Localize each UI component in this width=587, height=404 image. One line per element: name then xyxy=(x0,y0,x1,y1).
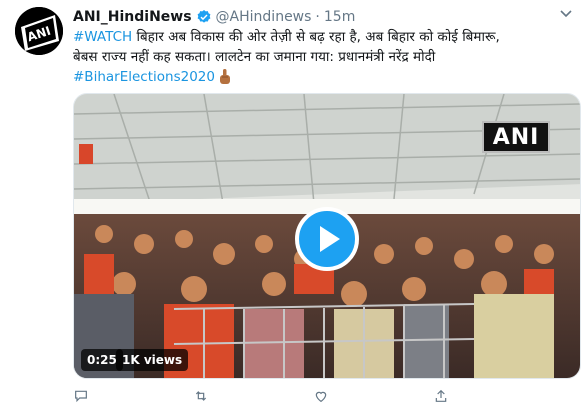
ani-watermark: ANI xyxy=(482,121,550,153)
author-handle[interactable]: @AHindinews xyxy=(216,9,312,25)
like-action[interactable] xyxy=(313,388,337,404)
profile-avatar[interactable]: ANI xyxy=(15,7,63,55)
tweet-line-3: #BiharElections2020 xyxy=(73,67,573,87)
hashtag-biharelections[interactable]: #BiharElections2020 xyxy=(73,69,215,85)
share-icon xyxy=(435,389,447,402)
video-view-count: 1K views xyxy=(116,349,189,371)
retweet-icon xyxy=(195,391,207,401)
reply-icon xyxy=(75,390,87,403)
author-name[interactable]: ANI_HindiNews xyxy=(73,9,192,25)
retweet-action[interactable] xyxy=(193,388,217,404)
heart-icon xyxy=(315,391,327,403)
pointing-finger-emoji-icon xyxy=(219,69,230,84)
play-button[interactable] xyxy=(295,207,359,271)
verified-badge-icon xyxy=(197,10,210,23)
share-action[interactable] xyxy=(433,388,457,404)
tweet-header: ANI_HindiNews @AHindinews · 15m xyxy=(73,7,355,27)
tweet-line-2: बेबस राज्य नहीं कह सकता। लालटेन का जमाना… xyxy=(73,49,436,65)
tweet-body: #WATCH बिहार अब विकास की ओर तेज़ी से बढ़… xyxy=(73,27,573,87)
play-icon xyxy=(320,226,340,252)
separator-dot: · xyxy=(315,9,320,25)
tweet-line-1: #WATCH बिहार अब विकास की ओर तेज़ी से बढ़… xyxy=(73,27,573,47)
tweet-timestamp[interactable]: 15m xyxy=(324,9,355,25)
reply-action[interactable] xyxy=(73,388,97,404)
tweet-line-1-text: बिहार अब विकास की ओर तेज़ी से बढ़ रहा है… xyxy=(132,29,500,45)
video-player[interactable]: ANI 0:25 1K views xyxy=(73,93,581,379)
chevron-down-icon[interactable] xyxy=(559,9,573,19)
hashtag-watch[interactable]: #WATCH xyxy=(73,29,132,45)
ani-logo: ANI xyxy=(15,7,63,55)
